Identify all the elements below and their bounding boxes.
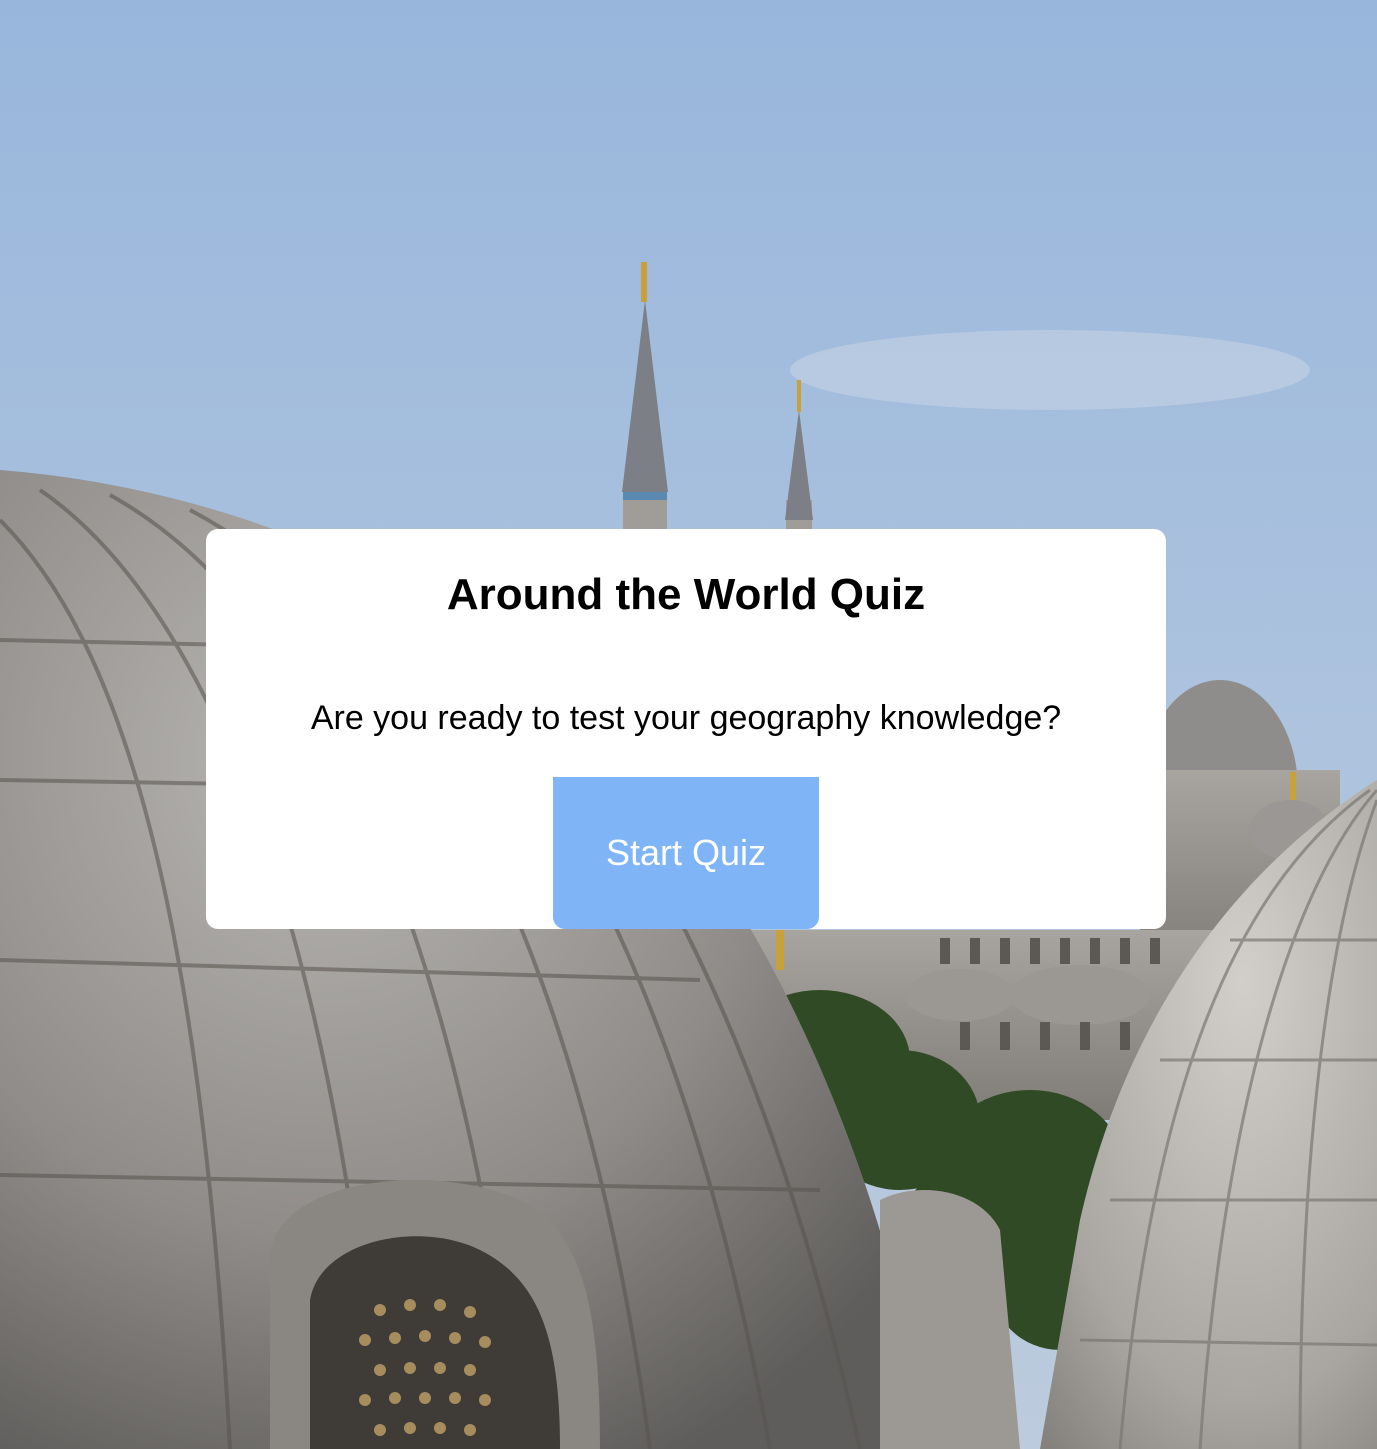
cloud [790,330,1310,410]
quiz-title: Around the World Quiz [446,570,926,619]
start-quiz-button[interactable]: Start Quiz [553,777,819,929]
quiz-prompt: Are you ready to test your geography kno… [310,699,1062,737]
quiz-intro-card: Around the World Quiz Are you ready to t… [206,529,1166,929]
small-buttress [880,1190,1020,1449]
quiz-start-screen: Around the World Quiz Are you ready to t… [0,0,1377,1449]
